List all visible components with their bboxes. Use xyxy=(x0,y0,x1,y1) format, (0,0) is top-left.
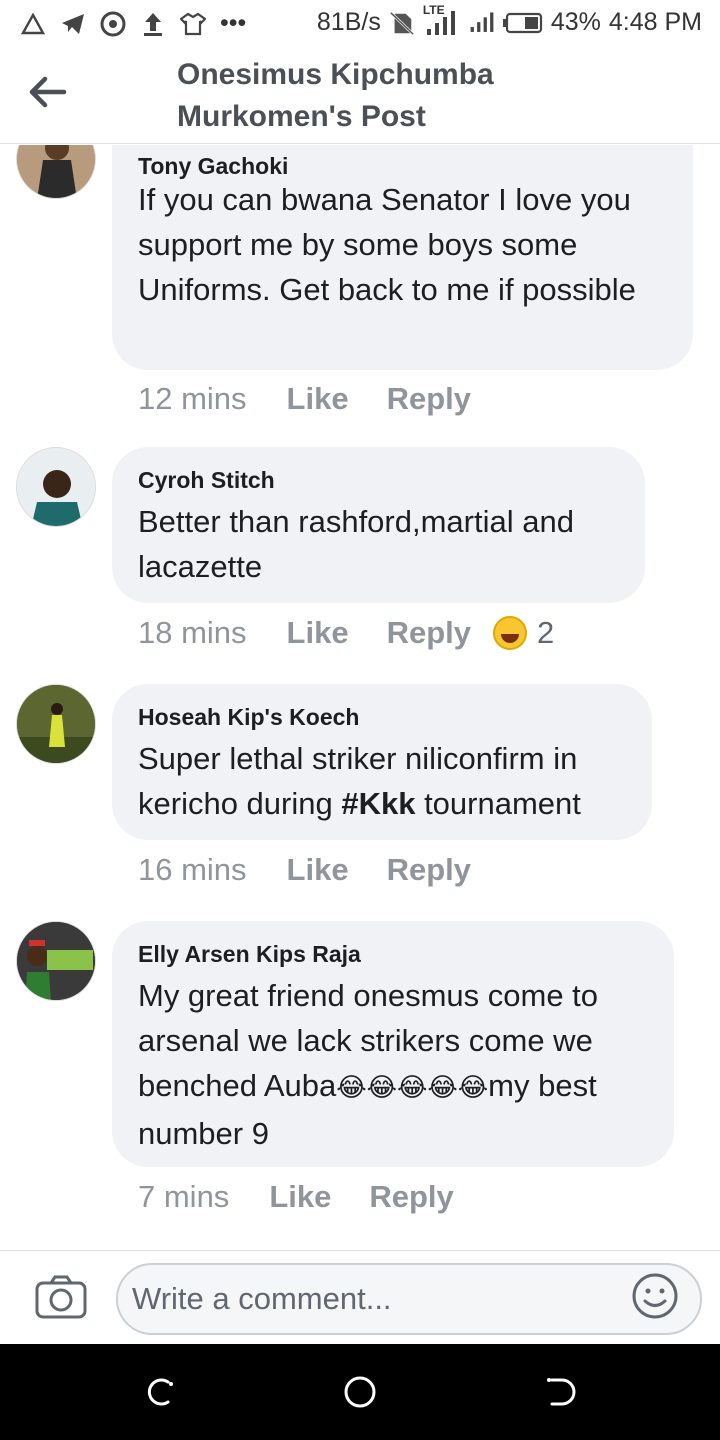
battery-percent: 43% xyxy=(550,8,601,36)
comment-actions: 7 mins Like Reply xyxy=(138,1179,492,1215)
smiley-icon xyxy=(632,1273,678,1319)
alert-icon xyxy=(20,11,46,37)
comment-time[interactable]: 18 mins xyxy=(138,615,247,651)
home-button[interactable] xyxy=(340,1372,380,1412)
comment-bubble[interactable]: Cyroh Stitch Better than rashford,martia… xyxy=(112,447,645,603)
like-button[interactable]: Like xyxy=(287,615,349,651)
back-arrow-icon xyxy=(29,76,67,108)
comment-author[interactable]: Tony Gachoki xyxy=(138,151,288,181)
emoji-button[interactable] xyxy=(630,1271,680,1321)
comment-bubble[interactable]: Tony Gachoki If you can bwana Senator I … xyxy=(112,145,693,370)
comment-composer xyxy=(0,1250,720,1344)
comment-author[interactable]: Elly Arsen Kips Raja xyxy=(138,939,648,969)
lte-signal-icon: LTE xyxy=(423,3,461,37)
comment-actions: 18 mins Like Reply 2 xyxy=(138,615,554,651)
comment-time[interactable]: 7 mins xyxy=(138,1179,229,1215)
no-sim-icon xyxy=(389,10,415,36)
reaction-count: 2 xyxy=(537,615,555,650)
post-header: Onesimus Kipchumba Murkomen's Post xyxy=(0,50,720,144)
comments-list[interactable]: Tony Gachoki If you can bwana Senator I … xyxy=(0,145,720,1250)
status-bar: ••• 81B/s LTE 43% 4:48 PM xyxy=(0,0,720,50)
camera-button[interactable] xyxy=(34,1273,88,1321)
avatar[interactable] xyxy=(16,447,96,527)
system-nav-bar xyxy=(0,1344,720,1440)
reply-button[interactable]: Reply xyxy=(387,852,471,888)
avatar[interactable] xyxy=(16,145,96,199)
back-nav-icon xyxy=(547,1378,576,1406)
comment-actions: 16 mins Like Reply xyxy=(138,852,509,888)
comment-time[interactable]: 16 mins xyxy=(138,852,247,888)
like-button[interactable]: Like xyxy=(269,1179,331,1215)
hashtag-link[interactable]: #Kkk xyxy=(341,786,415,821)
battery-icon xyxy=(502,10,543,36)
signal-icon xyxy=(469,10,495,36)
net-speed: 81B/s xyxy=(316,8,381,36)
comment-author[interactable]: Cyroh Stitch xyxy=(138,465,619,495)
comment-text: Better than rashford,martial and lacazet… xyxy=(138,504,574,584)
app-icon xyxy=(100,11,126,37)
comment-bubble[interactable]: Hoseah Kip's Koech Super lethal striker … xyxy=(112,684,652,840)
recents-icon xyxy=(147,1378,173,1406)
comment-text: My great friend onesmus come to arsenal … xyxy=(138,973,648,1156)
comment-bubble[interactable]: Elly Arsen Kips Raja My great friend one… xyxy=(112,921,674,1167)
avatar[interactable] xyxy=(16,684,96,764)
comment-time[interactable]: 12 mins xyxy=(138,381,247,417)
laughing-emoji-icon xyxy=(493,616,527,650)
page-title-line1: Onesimus Kipchumba xyxy=(177,58,494,91)
comment-text-part: tournament xyxy=(415,786,581,821)
telegram-icon xyxy=(60,11,86,37)
comment-author[interactable]: Hoseah Kip's Koech xyxy=(138,702,626,732)
home-icon xyxy=(344,1376,376,1408)
back-nav-button[interactable] xyxy=(540,1372,580,1412)
like-button[interactable]: Like xyxy=(287,381,349,417)
back-button[interactable] xyxy=(24,70,72,114)
like-button[interactable]: Like xyxy=(287,852,349,888)
reply-button[interactable]: Reply xyxy=(387,615,471,651)
clock: 4:48 PM xyxy=(608,8,702,36)
comment-text: If you can bwana Senator I love you supp… xyxy=(138,182,636,307)
reply-button[interactable]: Reply xyxy=(387,381,471,417)
comment-actions: 12 mins Like Reply xyxy=(138,381,509,417)
shirt-icon xyxy=(180,11,206,37)
comment-input[interactable] xyxy=(116,1263,702,1335)
comment-text: Super lethal striker niliconfirm in keri… xyxy=(138,736,626,826)
more-dots: ••• xyxy=(220,9,247,37)
reply-button[interactable]: Reply xyxy=(369,1179,453,1215)
camera-icon xyxy=(35,1275,87,1319)
reactions-summary[interactable]: 2 xyxy=(493,615,554,651)
upload-icon xyxy=(140,11,166,37)
page-title-line2: Murkomen's Post xyxy=(177,100,426,133)
page-title: Onesimus Kipchumba Murkomen's Post xyxy=(177,54,617,138)
laughing-emoji-icon: 😂😂😂😂😂 xyxy=(336,1073,489,1103)
recents-button[interactable] xyxy=(140,1372,180,1412)
avatar[interactable] xyxy=(16,921,96,1001)
